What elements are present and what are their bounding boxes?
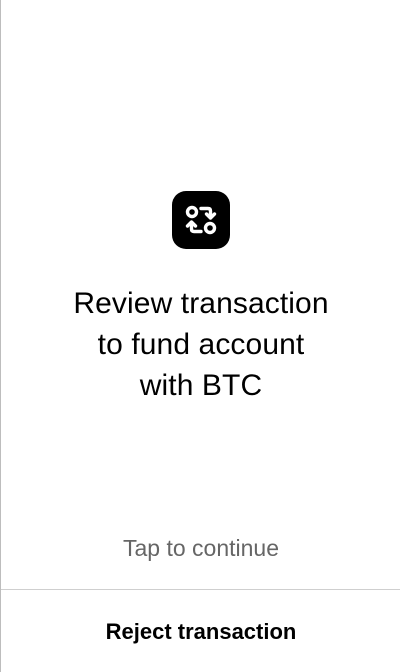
transaction-title: Review transaction to fund account with … bbox=[1, 283, 400, 406]
tap-to-continue-hint: Tap to continue bbox=[122, 535, 279, 561]
transaction-review-screen[interactable]: Review transaction to fund account with … bbox=[0, 0, 400, 672]
transaction-title-line-1: Review transaction bbox=[73, 287, 329, 320]
reject-transaction-button[interactable]: Reject transaction bbox=[1, 590, 400, 672]
reject-transaction-label: Reject transaction bbox=[105, 619, 297, 644]
transaction-title-line-2: to fund account bbox=[97, 328, 305, 361]
swap-transaction-icon bbox=[172, 191, 230, 249]
transaction-title-line-3: with BTC bbox=[139, 369, 263, 402]
swap-arrows-icon bbox=[185, 205, 217, 235]
